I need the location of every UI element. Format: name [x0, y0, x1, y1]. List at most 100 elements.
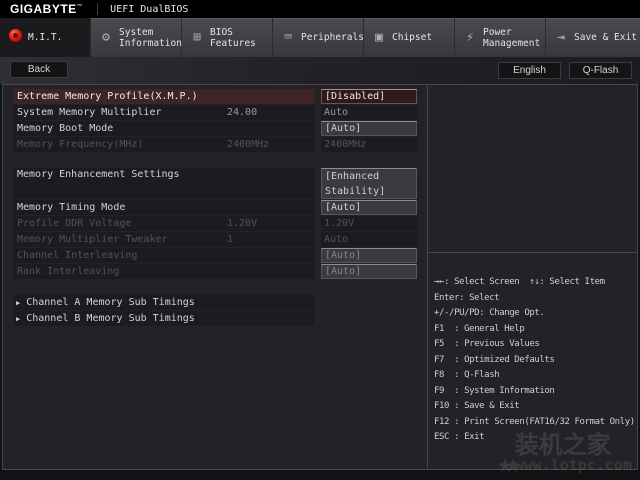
setting-value-box[interactable]: [Auto] — [321, 248, 417, 263]
submenu-arrow-icon: ▶ — [16, 298, 21, 307]
setting-label: System Memory Multiplier — [17, 107, 162, 118]
setting-value-box[interactable]: [Enhanced Stability] — [321, 168, 417, 199]
setting-label: Rank Interleaving — [17, 266, 120, 277]
setting-value-text: Auto — [321, 232, 417, 247]
right-sidebar: →←: Select Screen ↑↓: Select Item Enter: … — [427, 85, 638, 469]
setting-label: Memory Frequency(MHz) — [17, 139, 144, 150]
setting-row[interactable]: System Memory Multiplier 24.00 Auto — [13, 105, 417, 120]
back-button[interactable]: Back — [10, 61, 68, 78]
trademark-mark: ™ — [76, 4, 84, 10]
tab-label: Peripherals — [301, 32, 364, 43]
title-bar-divider — [97, 3, 99, 15]
key-legend-line: Enter: Select — [434, 292, 500, 303]
setting-value-box[interactable]: [Auto] — [321, 121, 417, 136]
setting-current-value: 24.00 — [227, 107, 258, 118]
key-legend-line: F12 : Print Screen(FAT16/32 Format Only) — [434, 416, 635, 427]
key-legend-line: F8 : Q-Flash — [434, 370, 500, 380]
peripherals-icon: ⌨ — [284, 30, 292, 45]
setting-current-value: 1.20V — [227, 218, 258, 229]
setting-row[interactable]: Memory Timing Mode [Auto] — [13, 200, 417, 215]
bios-screen: GIGABYTE™ UEFI DualBIOS M.I.T. ⚙ System In… — [0, 0, 640, 480]
setting-label: Memory Boot Mode — [17, 123, 114, 134]
title-bar: GIGABYTE™ UEFI DualBIOS — [0, 0, 640, 18]
key-legend-line: +/-/PU/PD: Change Opt. — [434, 308, 545, 318]
tab-system-information[interactable]: ⚙ System Information — [91, 18, 182, 57]
setting-value-box[interactable]: [Auto] — [321, 264, 417, 279]
main-panel: Extreme Memory Profile(X.M.P.) [Disabled]… — [2, 84, 638, 470]
setting-label: Channel A Memory Sub Timings — [26, 297, 195, 308]
setting-row-main[interactable]: Memory Frequency(MHz) 2400MHz — [13, 137, 315, 152]
setting-value-text: 1.20V — [321, 216, 417, 231]
setting-current-value: 1 — [227, 234, 234, 245]
key-legend-line: F9 : System Information — [434, 385, 555, 396]
setting-row[interactable]: Memory Enhancement Settings [Enhanced Sta… — [13, 168, 417, 199]
language-button[interactable]: English — [498, 62, 561, 79]
setting-row[interactable]: Memory Frequency(MHz) 2400MHz 2400MHz — [13, 137, 417, 152]
setting-current-value: 2400MHz — [227, 139, 270, 150]
submenu-row[interactable]: ▶ Channel A Memory Sub Timings — [13, 295, 417, 310]
setting-value-text: 2400MHz — [321, 137, 417, 152]
setting-label: Extreme Memory Profile(X.M.P.) — [17, 91, 198, 102]
tab-peripherals[interactable]: ⌨ Peripherals — [273, 18, 364, 57]
tab-chipset[interactable]: ▣ Chipset — [364, 18, 455, 57]
setting-row-main[interactable]: Profile DDR Voltage 1.20V — [13, 216, 315, 231]
tab-save-exit[interactable]: ⇥ Save & Exit — [546, 18, 640, 57]
tab-bios-features[interactable]: ⊞ BIOS Features — [182, 18, 273, 57]
submenu-arrow-icon: ▶ — [16, 314, 21, 323]
setting-label: Memory Multiplier Tweaker — [17, 234, 168, 245]
settings-list: Extreme Memory Profile(X.M.P.) [Disabled]… — [3, 85, 427, 469]
setting-row-main[interactable]: Memory Boot Mode — [13, 121, 315, 136]
setting-row[interactable]: Channel Interleaving [Auto] — [13, 248, 417, 263]
key-legend-line: F5 : Previous Values — [434, 339, 540, 349]
setting-row-main[interactable]: System Memory Multiplier 24.00 — [13, 105, 315, 120]
key-legend-line: F10 : Save & Exit — [434, 401, 520, 411]
bios-features-icon: ⊞ — [193, 30, 201, 45]
setting-row-main[interactable]: Rank Interleaving — [13, 264, 315, 279]
setting-label: Memory Timing Mode — [17, 202, 126, 213]
setting-row[interactable]: Memory Boot Mode [Auto] — [13, 121, 417, 136]
chipset-icon: ▣ — [375, 30, 383, 45]
setting-row-main[interactable]: Memory Enhancement Settings — [13, 168, 315, 199]
submenu-row[interactable]: ▶ Channel B Memory Sub Timings — [13, 311, 417, 326]
setting-row-main[interactable]: Memory Timing Mode — [13, 200, 315, 215]
key-legend-line: →←: Select Screen ↑↓: Select Item — [434, 277, 605, 287]
firmware-title: UEFI DualBIOS — [110, 3, 189, 15]
tab-label: System Information — [119, 26, 182, 49]
setting-row-main[interactable]: Extreme Memory Profile(X.M.P.) — [13, 89, 315, 104]
key-legend-line: F7 : Optimized Defaults — [434, 354, 555, 365]
item-help-zone — [428, 85, 638, 253]
key-legend: →←: Select Screen ↑↓: Select Item Enter: … — [428, 253, 638, 448]
tab-bar: M.I.T. ⚙ System Information ⊞ BIOS Features ⌨… — [0, 18, 640, 57]
setting-label: Channel B Memory Sub Timings — [26, 313, 195, 324]
tab-label: Power Management — [483, 26, 541, 49]
setting-row-main[interactable]: Channel Interleaving — [13, 248, 315, 263]
setting-value-text: Auto — [321, 105, 417, 120]
save-exit-icon: ⇥ — [557, 30, 565, 45]
tab-label: Save & Exit — [574, 32, 637, 43]
setting-label: Channel Interleaving — [17, 250, 138, 261]
power-icon: ⚡ — [466, 30, 474, 45]
tab-label: M.I.T. — [28, 32, 63, 43]
setting-row[interactable]: Profile DDR Voltage 1.20V 1.20V — [13, 216, 417, 231]
setting-row[interactable]: Extreme Memory Profile(X.M.P.) [Disabled] — [13, 89, 417, 104]
tab-label: BIOS Features — [210, 26, 256, 49]
sub-header: Back English Q-Flash — [0, 57, 640, 84]
setting-row[interactable]: Memory Multiplier Tweaker 1 Auto — [13, 232, 417, 247]
setting-row-main[interactable]: Memory Multiplier Tweaker 1 — [13, 232, 315, 247]
mit-icon — [7, 29, 23, 46]
tab-mit[interactable]: M.I.T. — [0, 18, 91, 57]
setting-row[interactable]: Rank Interleaving [Auto] — [13, 264, 417, 279]
tab-label: Chipset — [392, 32, 433, 43]
setting-value-box[interactable]: [Disabled] — [321, 89, 417, 104]
setting-row-main[interactable]: ▶ Channel A Memory Sub Timings — [13, 295, 315, 310]
setting-row-main[interactable]: ▶ Channel B Memory Sub Timings — [13, 311, 315, 326]
setting-label: Profile DDR Voltage — [17, 218, 132, 229]
setting-value-box[interactable]: [Auto] — [321, 200, 417, 215]
setting-label: Memory Enhancement Settings — [17, 169, 180, 180]
qflash-button[interactable]: Q-Flash — [569, 62, 632, 79]
gigabyte-logo: GIGABYTE™ — [10, 2, 84, 16]
key-legend-line: F1 : General Help — [434, 323, 525, 334]
tab-power-management[interactable]: ⚡ Power Management — [455, 18, 546, 57]
subheader-right-buttons: English Q-Flash — [498, 62, 632, 79]
gear-icon: ⚙ — [102, 30, 110, 45]
